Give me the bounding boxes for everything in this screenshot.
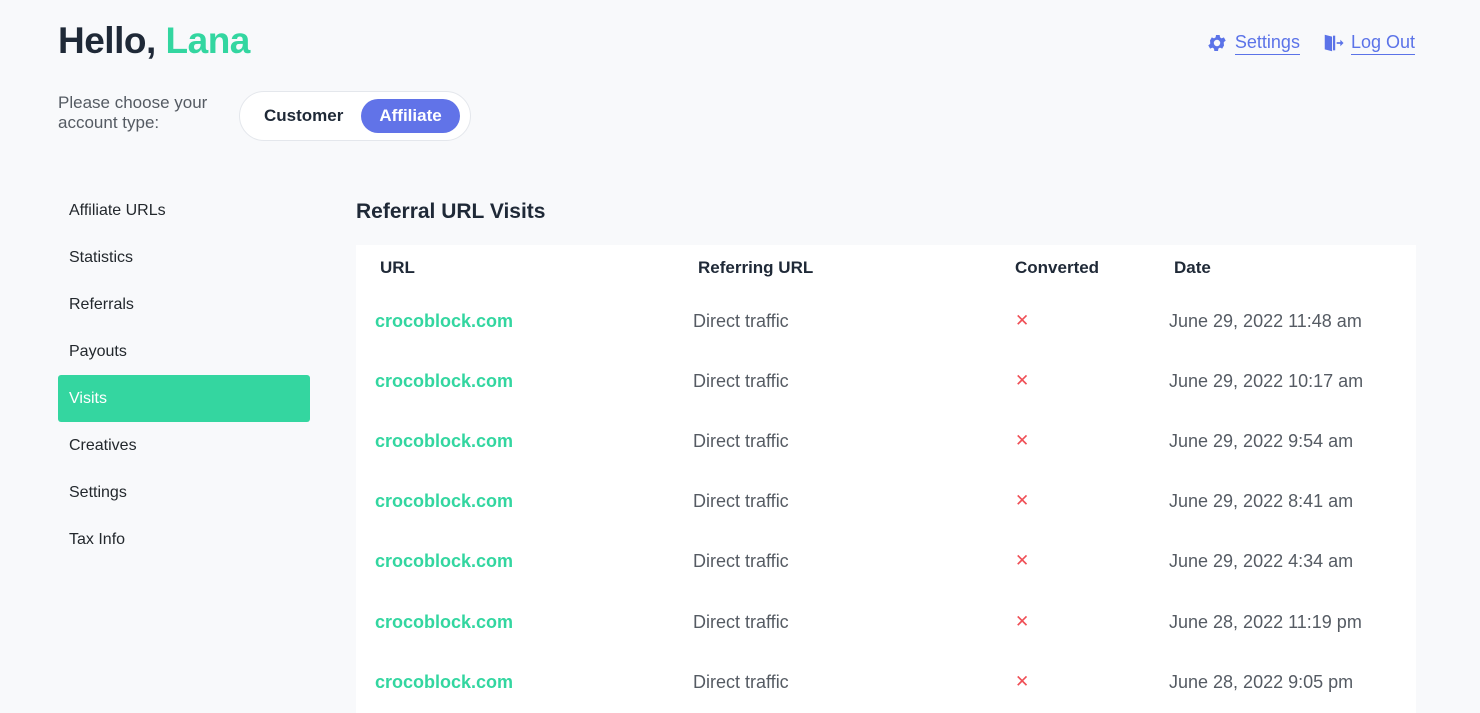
account-type-affiliate[interactable]: Affiliate — [361, 99, 460, 133]
row-url-link[interactable]: crocoblock.com — [375, 486, 513, 516]
row-referring-url: Direct traffic — [693, 551, 789, 571]
column-header-converted: Converted — [1015, 258, 1100, 277]
sidebar-item-tax-info[interactable]: Tax Info — [58, 516, 310, 563]
row-referring-url: Direct traffic — [693, 311, 789, 331]
table-row: crocoblock.com Direct traffic ✕ June 28,… — [356, 607, 1416, 667]
row-referring-url: Direct traffic — [693, 431, 789, 451]
row-date: June 29, 2022 9:54 am — [1169, 431, 1354, 451]
row-date: June 29, 2022 8:41 am — [1169, 491, 1354, 511]
not-converted-icon: ✕ — [1015, 431, 1030, 450]
table-row: crocoblock.com Direct traffic ✕ June 29,… — [356, 366, 1416, 426]
sidebar-item-payouts[interactable]: Payouts — [58, 328, 310, 375]
row-referring-url: Direct traffic — [693, 371, 789, 391]
sidebar-item-visits[interactable]: Visits — [58, 375, 310, 422]
sidebar-nav: Affiliate URLs Statistics Referrals Payo… — [58, 187, 310, 563]
sidebar-item-affiliate-urls[interactable]: Affiliate URLs — [58, 187, 310, 234]
user-name: Lana — [165, 20, 251, 61]
row-url-link[interactable]: crocoblock.com — [375, 667, 513, 697]
settings-link-label: Settings — [1234, 31, 1300, 55]
not-converted-icon: ✕ — [1015, 371, 1030, 390]
row-referring-url: Direct traffic — [693, 672, 789, 692]
not-converted-icon: ✕ — [1015, 672, 1030, 691]
table-row: crocoblock.com Direct traffic ✕ June 29,… — [356, 426, 1416, 486]
account-type-toggle: Customer Affiliate — [239, 91, 471, 141]
sidebar-item-statistics[interactable]: Statistics — [58, 234, 310, 281]
table-row: crocoblock.com Direct traffic ✕ June 29,… — [356, 306, 1416, 366]
row-date: June 29, 2022 4:34 am — [1169, 551, 1354, 571]
table-row: crocoblock.com Direct traffic ✕ June 29,… — [356, 486, 1416, 546]
door-exit-icon — [1322, 32, 1344, 54]
greeting-prefix: Hello, — [58, 20, 166, 61]
row-referring-url: Direct traffic — [693, 491, 789, 511]
settings-link[interactable]: Settings — [1206, 31, 1300, 55]
header-links: Settings Log Out — [1206, 31, 1415, 55]
not-converted-icon: ✕ — [1015, 491, 1030, 510]
visits-table: URL Referring URL Converted Date crocobl… — [356, 245, 1416, 713]
row-url-link[interactable]: crocoblock.com — [375, 366, 513, 396]
row-url-link[interactable]: crocoblock.com — [375, 607, 513, 637]
row-date: June 28, 2022 11:19 pm — [1169, 612, 1362, 632]
sidebar-item-referrals[interactable]: Referrals — [58, 281, 310, 328]
row-date: June 29, 2022 10:17 am — [1169, 371, 1364, 391]
row-date: June 29, 2022 11:48 am — [1169, 311, 1362, 331]
table-row: crocoblock.com Direct traffic ✕ June 29,… — [356, 546, 1416, 606]
table-row: crocoblock.com Direct traffic ✕ June 28,… — [356, 667, 1416, 713]
column-header-date: Date — [1174, 258, 1211, 277]
column-header-referring-url: Referring URL — [698, 258, 814, 277]
column-header-url: URL — [380, 258, 415, 277]
logout-link[interactable]: Log Out — [1322, 31, 1415, 55]
gear-icon — [1206, 32, 1228, 54]
not-converted-icon: ✕ — [1015, 551, 1030, 570]
logout-link-label: Log Out — [1350, 31, 1415, 55]
not-converted-icon: ✕ — [1015, 612, 1030, 631]
account-type-prompt: Please choose your account type: — [58, 93, 208, 132]
sidebar-item-settings[interactable]: Settings — [58, 469, 310, 516]
page-title: Referral URL Visits — [356, 200, 546, 223]
row-date: June 28, 2022 9:05 pm — [1169, 672, 1354, 692]
row-url-link[interactable]: crocoblock.com — [375, 426, 513, 456]
account-type-customer[interactable]: Customer — [264, 106, 343, 126]
row-url-link[interactable]: crocoblock.com — [375, 546, 513, 576]
not-converted-icon: ✕ — [1015, 311, 1030, 330]
row-referring-url: Direct traffic — [693, 612, 789, 632]
sidebar-item-creatives[interactable]: Creatives — [58, 422, 310, 469]
greeting-heading: Hello, Lana — [58, 20, 250, 62]
row-url-link[interactable]: crocoblock.com — [375, 306, 513, 336]
